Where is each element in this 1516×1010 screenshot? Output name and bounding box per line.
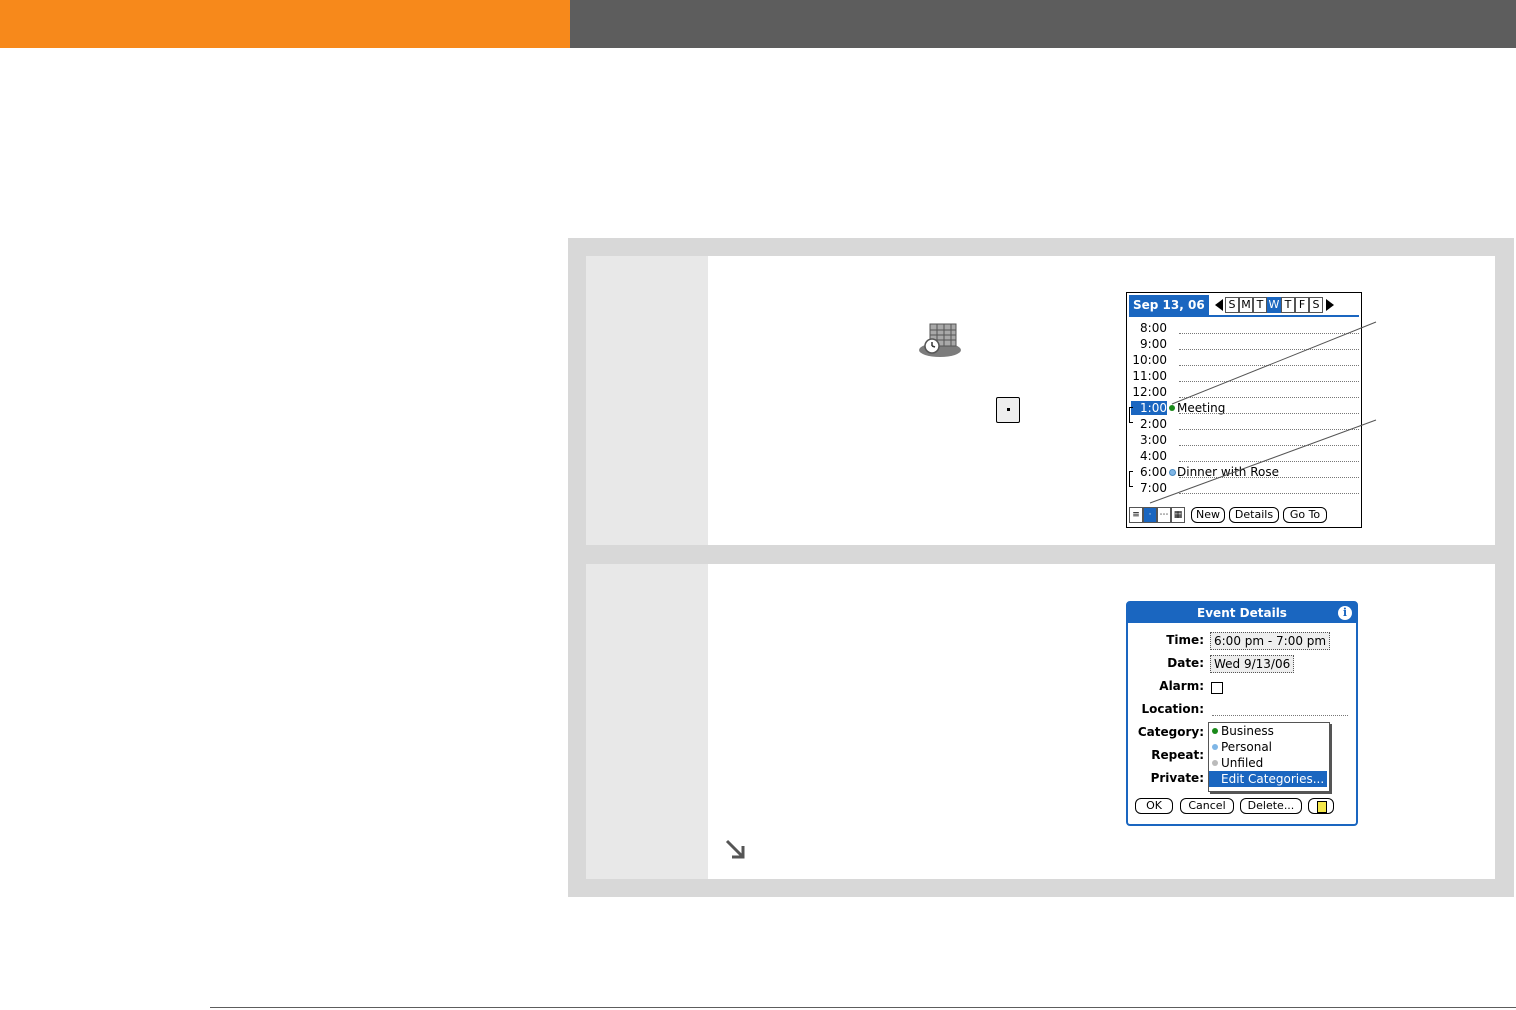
category-option-label: Unfiled bbox=[1221, 756, 1264, 770]
category-option-label: Business bbox=[1221, 724, 1274, 738]
ok-button[interactable]: OK bbox=[1135, 798, 1173, 814]
note-button[interactable] bbox=[1308, 798, 1334, 814]
date-field[interactable]: Wed 9/13/06 bbox=[1210, 655, 1295, 673]
category-option-label: Personal bbox=[1221, 740, 1273, 754]
private-label: Private: bbox=[1150, 771, 1204, 785]
category-option-label: Edit Categories... bbox=[1221, 772, 1325, 786]
category-dot bbox=[1212, 744, 1218, 750]
category-option-edit-categories[interactable]: Edit Categories... bbox=[1209, 771, 1327, 787]
category-option-unfiled[interactable]: Unfiled bbox=[1209, 755, 1327, 771]
alarm-label: Alarm: bbox=[1159, 679, 1204, 693]
location-label: Location: bbox=[1141, 702, 1204, 716]
alarm-checkbox[interactable] bbox=[1211, 682, 1223, 694]
delete-button[interactable]: Delete... bbox=[1240, 798, 1302, 814]
event-details-dialog: Event Details i Time: 6:00 pm - 7:00 pm … bbox=[1126, 601, 1358, 826]
note-icon bbox=[1317, 801, 1327, 813]
category-option-personal[interactable]: Personal bbox=[1209, 739, 1327, 755]
date-label: Date: bbox=[1167, 656, 1204, 670]
repeat-label: Repeat: bbox=[1151, 748, 1204, 762]
footer-rule bbox=[210, 1007, 1516, 1008]
category-option-business[interactable]: Business bbox=[1209, 723, 1327, 739]
info-icon[interactable]: i bbox=[1338, 606, 1352, 620]
continue-arrow-icon bbox=[724, 838, 748, 862]
callout-lines bbox=[1149, 321, 1377, 504]
category-dot bbox=[1212, 728, 1218, 734]
time-label: Time: bbox=[1166, 633, 1204, 647]
cancel-button[interactable]: Cancel bbox=[1180, 798, 1234, 814]
category-label: Category: bbox=[1137, 725, 1204, 739]
category-dot bbox=[1212, 760, 1218, 766]
location-field[interactable] bbox=[1212, 715, 1348, 716]
category-popup-list: Business Personal Unfiled Edit Categorie… bbox=[1208, 722, 1330, 792]
dialog-title: Event Details bbox=[1128, 603, 1356, 623]
time-field[interactable]: 6:00 pm - 7:00 pm bbox=[1210, 632, 1331, 650]
